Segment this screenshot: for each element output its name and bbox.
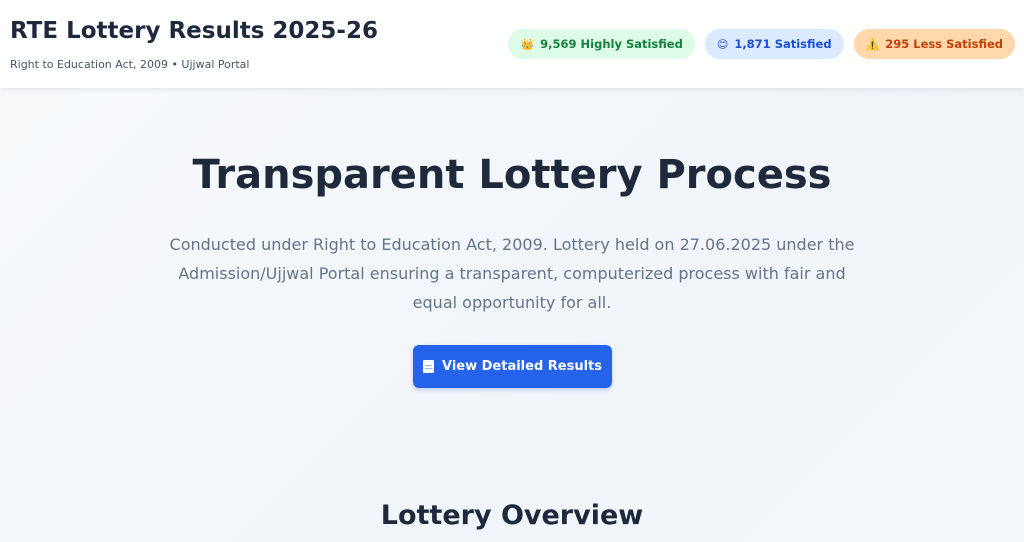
satisfied-label: 1,871 Satisfied <box>734 37 832 51</box>
highly-satisfied-label: 9,569 Highly Satisfied <box>540 37 683 51</box>
page-subtitle: Right to Education Act, 2009 • Ujjwal Po… <box>10 58 250 71</box>
site-header: RTE Lottery Results 2025-26 Right to Edu… <box>0 0 1024 88</box>
hero-title: Transparent Lottery Process <box>192 152 832 198</box>
smiley-icon: 😊 <box>716 37 729 51</box>
lottery-overview-heading: Lottery Overview <box>380 500 644 531</box>
view-detailed-results-label: View Detailed Results <box>441 359 603 374</box>
page-title: RTE Lottery Results 2025-26 <box>10 18 378 44</box>
document-icon <box>422 360 434 373</box>
hero-description: Conducted under Right to Education Act, … <box>169 235 855 312</box>
warning-icon: ⚠️ <box>865 37 880 51</box>
highly-satisfied-badge: 👑 9,569 Highly Satisfied <box>508 29 695 59</box>
view-detailed-results-button[interactable]: View Detailed Results <box>413 345 612 388</box>
less-satisfied-label: 295 Less Satisfied <box>885 37 1003 51</box>
satisfaction-badges: 👑 9,569 Highly Satisfied 😊 1,871 Satisfi… <box>508 29 1015 59</box>
less-satisfied-badge: ⚠️ 295 Less Satisfied <box>853 29 1015 59</box>
satisfied-badge: 😊 1,871 Satisfied <box>704 29 844 59</box>
hero-section: Transparent Lottery Process Conducted un… <box>0 88 1024 542</box>
crown-icon: 👑 <box>520 37 535 51</box>
